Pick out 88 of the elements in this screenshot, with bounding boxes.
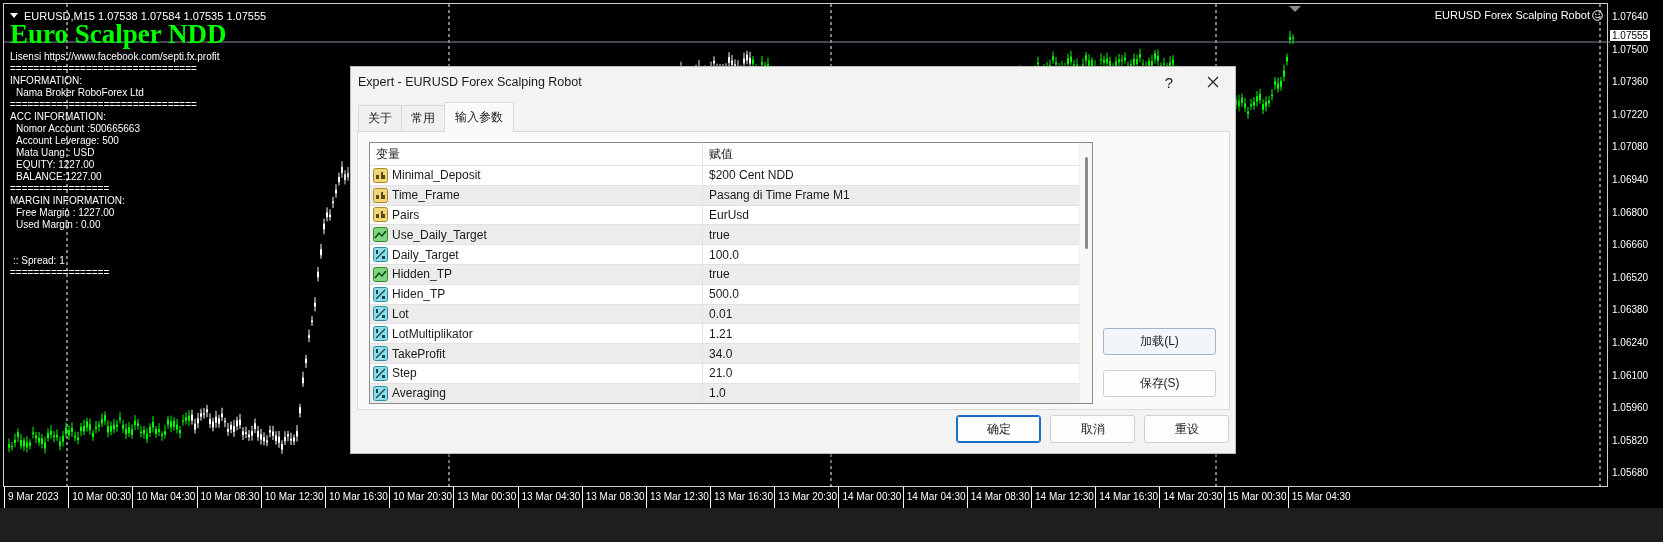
price-tick: 1.05680	[1612, 467, 1649, 480]
price-tick: 1.06240	[1612, 336, 1649, 349]
info-line: Free Margin : 1227.00	[16, 207, 115, 219]
variable-value[interactable]: 1.0	[709, 386, 726, 401]
info-line: =================	[10, 267, 110, 279]
price-tick: 1.06660	[1612, 239, 1649, 252]
side-button[interactable]: 加载(L)	[1103, 328, 1216, 355]
variable-name: TakeProfit	[392, 346, 446, 361]
info-line: Lisensi https://www.facebook.com/septi.fx.profit	[10, 51, 220, 63]
current-price: 1.07555	[1610, 30, 1651, 41]
dropdown-icon[interactable]	[10, 13, 18, 19]
info-line: Account Leverage: 500	[16, 135, 119, 147]
variable-type-icon	[373, 326, 388, 342]
variable-name: Minimal_Deposit	[392, 168, 481, 183]
shift-marker-icon	[1289, 6, 1301, 12]
price-tick: 1.06800	[1612, 206, 1649, 219]
price-tick: 1.07360	[1612, 76, 1649, 89]
variable-value[interactable]: EurUsd	[709, 208, 749, 222]
tab[interactable]: 输入参数	[444, 102, 514, 132]
variable-name: LotMultiplikator	[392, 326, 473, 341]
price-tick: 1.07500	[1612, 43, 1649, 56]
price-tick: 1.05820	[1612, 434, 1649, 447]
variable-name: Pairs	[392, 208, 420, 222]
variable-value[interactable]: 0.01	[709, 306, 733, 321]
column-header[interactable]: 赋值	[703, 143, 1079, 165]
variable-type-icon	[373, 306, 388, 322]
info-line: BALANCE:1227.00	[16, 171, 102, 183]
price-tick: 1.07220	[1612, 108, 1649, 121]
dialog-button[interactable]: 取消	[1050, 415, 1135, 443]
variable-type-icon	[373, 207, 388, 223]
price-tick: 1.06100	[1612, 369, 1649, 382]
info-line: ================================	[10, 63, 197, 75]
info-line: =================	[10, 183, 110, 195]
variable-value[interactable]: 100.0	[709, 247, 740, 262]
variable-value[interactable]: 500.0	[709, 287, 740, 302]
variable-name: Lot	[392, 306, 409, 321]
info-line: MARGIN INFORMATION:	[10, 195, 125, 207]
variable-value[interactable]: 21.0	[709, 366, 733, 381]
variable-type-icon	[373, 167, 388, 183]
scrollbar[interactable]	[1079, 143, 1092, 403]
variable-name: Hiden_TP	[392, 287, 446, 302]
price-tick: 1.07640	[1612, 11, 1649, 23]
info-line: ================================	[10, 99, 197, 111]
variable-name: Use_Daily_Target	[392, 227, 487, 242]
dialog-button[interactable]: 重设	[1144, 415, 1229, 443]
price-tick: 1.07080	[1612, 141, 1649, 154]
close-icon	[1207, 76, 1219, 88]
help-button[interactable]: ?	[1147, 67, 1191, 97]
price-tick: 1.05960	[1612, 402, 1649, 415]
scrollbar-thumb[interactable]	[1084, 157, 1088, 249]
variable-value[interactable]: 34.0	[709, 346, 733, 361]
info-line: Nomor Account :500665663	[16, 123, 140, 135]
column-header[interactable]: 变量	[370, 143, 703, 165]
dialog-button[interactable]: 确定	[956, 415, 1041, 443]
info-line: Nama Broker RoboForex Ltd	[16, 87, 144, 99]
smiley-icon[interactable]	[1592, 9, 1603, 21]
variable-name: Averaging	[392, 386, 446, 401]
variable-value[interactable]: $200 Cent NDD	[709, 168, 794, 183]
info-line: EQUITY: 1227.00	[16, 159, 95, 171]
variable-type-icon	[373, 227, 388, 243]
info-line: INFORMATION:	[10, 75, 83, 87]
variable-value[interactable]: Pasang di Time Frame M1	[709, 188, 850, 203]
symbol-quote: EURUSD,M15 1.07538 1.07584 1.07535 1.07555	[24, 10, 267, 22]
variable-name: Hidden_TP	[392, 267, 453, 282]
side-button[interactable]: 保存(S)	[1103, 370, 1216, 397]
info-line: Mata Uang : USD	[16, 147, 95, 159]
variable-type-icon	[373, 286, 388, 302]
variable-name: Time_Frame	[392, 188, 460, 203]
variable-type-icon	[373, 346, 388, 362]
info-line: :: Spread: 1	[13, 255, 65, 267]
variable-name: Step	[392, 366, 417, 381]
price-tick: 1.06940	[1612, 173, 1649, 186]
tab[interactable]: 关于	[358, 105, 402, 131]
price-tick: 1.06380	[1612, 304, 1649, 317]
info-line: ACC INFORMATION:	[10, 111, 106, 123]
info-line: Used Margin : 0.00	[16, 219, 101, 231]
variable-value[interactable]: true	[709, 227, 730, 242]
variable-value[interactable]: 1.21	[709, 326, 733, 341]
variable-type-icon	[373, 385, 388, 401]
variable-type-icon	[373, 266, 388, 282]
variable-type-icon	[373, 247, 388, 263]
variable-type-icon	[373, 365, 388, 381]
variable-type-icon	[373, 187, 388, 203]
window-title: Expert - EURUSD Forex Scalping Robot	[358, 75, 583, 89]
ea-name: EURUSD Forex Scalping Robot	[1434, 9, 1590, 21]
variable-name: Daily_Target	[392, 247, 459, 262]
variable-value[interactable]: true	[709, 267, 730, 282]
price-tick: 1.06520	[1612, 271, 1649, 284]
